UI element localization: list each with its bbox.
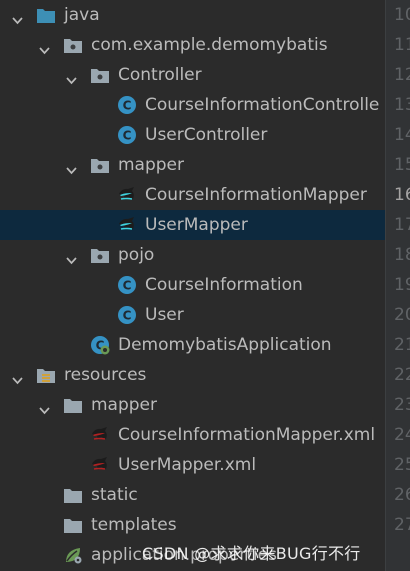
package-icon <box>90 65 110 85</box>
mybatis-xml-icon <box>90 455 110 475</box>
chevron-down-icon[interactable] <box>12 11 23 25</box>
spring-properties-icon <box>63 545 83 565</box>
tree-row[interactable]: C CourseInformationControlle <box>0 90 385 120</box>
tree-item-label: DemomybatisApplication <box>118 335 332 355</box>
tree-row[interactable]: CourseInformationMapper <box>0 180 385 210</box>
tree-item-label: CourseInformationMapper.xml <box>118 425 376 445</box>
line-number: 17 <box>394 215 410 235</box>
svg-text:C: C <box>123 99 132 113</box>
svg-text:C: C <box>123 129 132 143</box>
watermark: CSDN @求求你来BUG行不行 <box>142 544 361 563</box>
tree-row[interactable]: CourseInformationMapper.xml <box>0 420 385 450</box>
class-icon: C <box>117 95 137 115</box>
tree-row[interactable]: Controller <box>0 60 385 90</box>
line-number: 10 <box>394 5 410 25</box>
line-number: 18 <box>394 245 410 265</box>
line-number: 24 <box>394 425 410 445</box>
line-number: 27 <box>394 515 410 535</box>
line-number: 11 <box>394 35 410 55</box>
tree-row[interactable]: templates <box>0 510 385 540</box>
tree-row[interactable]: com.example.demomybatis <box>0 30 385 60</box>
tree-item-label: java <box>64 5 100 25</box>
line-number: 21 <box>394 335 410 355</box>
tree-row[interactable]: C UserController <box>0 120 385 150</box>
tree-row[interactable]: resources <box>0 360 385 390</box>
tree-item-label: CourseInformationMapper <box>145 185 367 205</box>
tree-item-label: com.example.demomybatis <box>91 35 328 55</box>
mybatis-interface-icon <box>117 185 137 205</box>
line-number: 16 <box>394 185 410 205</box>
tree-row[interactable]: java <box>0 0 385 30</box>
line-number: 25 <box>394 455 410 475</box>
project-tree[interactable]: java com.example.demomybatis Controller C Co… <box>0 0 385 571</box>
folder-icon <box>63 515 83 535</box>
folder-icon <box>63 395 83 415</box>
tree-item-label: UserMapper.xml <box>118 455 257 475</box>
line-number: 20 <box>394 305 410 325</box>
chevron-down-icon[interactable] <box>66 251 77 265</box>
tree-item-label: pojo <box>118 245 155 265</box>
tree-item-label: resources <box>64 365 147 385</box>
mybatis-xml-icon <box>90 425 110 445</box>
tree-row[interactable]: mapper <box>0 390 385 420</box>
tree-row[interactable]: static <box>0 480 385 510</box>
tree-row[interactable]: C DemomybatisApplication <box>0 330 385 360</box>
chevron-down-icon[interactable] <box>12 371 23 385</box>
tree-item-label: User <box>145 305 184 325</box>
chevron-down-icon[interactable] <box>66 71 77 85</box>
chevron-down-icon[interactable] <box>39 401 50 415</box>
source-folder-icon <box>36 5 56 25</box>
class-icon: C <box>117 125 137 145</box>
tree-item-label: Controller <box>118 65 202 85</box>
tree-item-label: CourseInformationControlle <box>145 95 380 115</box>
chevron-down-icon[interactable] <box>39 41 50 55</box>
class-icon: C <box>117 275 137 295</box>
line-number: 14 <box>394 125 410 145</box>
tree-item-label: static <box>91 485 138 505</box>
tree-item-label: mapper <box>91 395 158 415</box>
tree-row[interactable]: C CourseInformation <box>0 270 385 300</box>
chevron-down-icon[interactable] <box>66 161 77 175</box>
tree-row[interactable]: UserMapper <box>0 210 385 240</box>
svg-text:C: C <box>123 279 132 293</box>
line-number: 15 <box>394 155 410 175</box>
package-icon <box>90 245 110 265</box>
mybatis-interface-icon <box>117 215 137 235</box>
tree-item-label: UserController <box>145 125 268 145</box>
line-number: 19 <box>394 275 410 295</box>
svg-text:C: C <box>123 309 132 323</box>
spring-boot-class-icon: C <box>90 335 110 355</box>
class-icon: C <box>117 305 137 325</box>
line-number: 26 <box>394 485 410 505</box>
tree-item-label: templates <box>91 515 177 535</box>
tree-row[interactable]: mapper <box>0 150 385 180</box>
tree-item-label: CourseInformation <box>145 275 303 295</box>
line-number: 12 <box>394 65 410 85</box>
package-icon <box>90 155 110 175</box>
tree-item-label: mapper <box>118 155 185 175</box>
tree-item-label: UserMapper <box>145 215 248 235</box>
tree-row[interactable]: UserMapper.xml <box>0 450 385 480</box>
line-number: 13 <box>394 95 410 115</box>
package-icon <box>63 35 83 55</box>
line-number: 23 <box>394 395 410 415</box>
folder-icon <box>63 485 83 505</box>
line-number-gutter: 10 11 12 13 14 15 16 17 18 19 20 21 22 23 24 25 26 27 <box>385 0 410 571</box>
tree-row[interactable]: C User <box>0 300 385 330</box>
line-number: 22 <box>394 365 410 385</box>
resources-folder-icon <box>36 365 56 385</box>
tree-row[interactable]: pojo <box>0 240 385 270</box>
